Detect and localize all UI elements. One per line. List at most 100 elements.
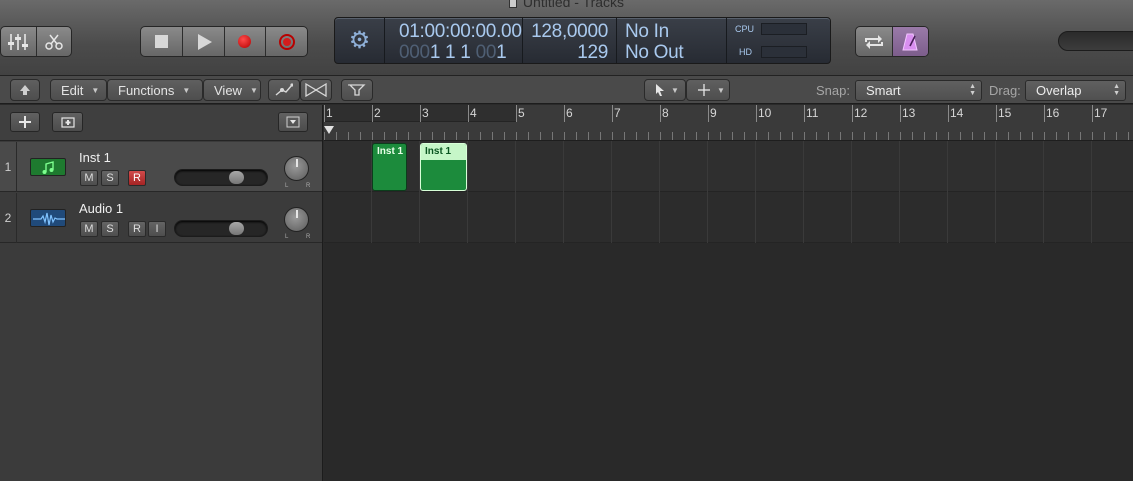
flex-icon — [305, 83, 327, 97]
midi-region[interactable]: Inst 1 — [372, 143, 407, 191]
lcd-tempo[interactable]: 128,0000 129 — [523, 18, 617, 63]
pan-left-label: L — [285, 183, 289, 189]
lcd-display[interactable]: ⚙ 01:00:00:00.00 0001 1 1 001 128,0000 1… — [334, 17, 831, 64]
track-number: 2 — [0, 193, 17, 243]
edit-menu[interactable]: Edit ▼ — [50, 79, 107, 101]
control-bar: Untitled - Tracks ⚙ 01:00:00:00.00 0001 … — [0, 0, 1133, 76]
capture-record-icon — [278, 33, 295, 50]
tracks-area[interactable]: 1 2 3 4 5 6 7 8 9 10 11 12 13 14 15 16 17 Inst 1 Inst 1 — [324, 105, 1133, 481]
flex-button[interactable] — [300, 79, 332, 101]
automation-button[interactable] — [268, 79, 300, 101]
bar-ruler[interactable]: 1 2 3 4 5 6 7 8 9 10 11 12 13 14 15 16 17 — [324, 105, 1133, 141]
functions-menu[interactable]: Functions ▼ — [107, 79, 203, 101]
editors-toggle-button[interactable] — [37, 27, 72, 56]
bar-number: 15 — [998, 106, 1012, 120]
move-up-button[interactable] — [10, 79, 40, 101]
bar-tick — [708, 105, 709, 122]
track-header-1[interactable]: 1 Inst 1 M S R L R — [0, 142, 322, 192]
volume-knob[interactable] — [229, 222, 244, 235]
logic-pro-window: Untitled - Tracks ⚙ 01:00:00:00.00 0001 … — [0, 0, 1133, 481]
track-name[interactable]: Audio 1 — [79, 201, 123, 216]
bar-number: 16 — [1046, 106, 1060, 120]
updown-icon: ▲ ▼ — [969, 83, 976, 97]
bar-tick — [612, 105, 613, 122]
window-title: Untitled - Tracks — [0, 0, 1133, 10]
bar-tick — [1044, 105, 1045, 122]
tracks-toolbar: Edit ▼ Functions ▼ View ▼ ▼ ▼ Snap: Smart ▲ ▼… — [0, 76, 1133, 104]
solo-button[interactable]: S — [101, 170, 119, 186]
left-click-tool-menu[interactable]: ▼ — [644, 79, 686, 101]
bar-tick — [852, 105, 853, 122]
pan-knob[interactable] — [284, 156, 309, 181]
chevron-down-box-icon — [286, 116, 300, 128]
bar-number: 2 — [374, 106, 381, 120]
stop-button[interactable] — [141, 27, 183, 56]
command-click-tool-menu[interactable]: ▼ — [686, 79, 730, 101]
record-enable-button[interactable]: R — [128, 221, 146, 237]
bar-number: 17 — [1094, 106, 1108, 120]
volume-knob[interactable] — [229, 171, 244, 184]
gear-icon: ⚙ — [348, 26, 371, 54]
view-menu[interactable]: View ▼ — [203, 79, 261, 101]
bar-number: 4 — [470, 106, 477, 120]
play-button[interactable] — [183, 27, 225, 56]
metronome-button[interactable] — [892, 27, 928, 56]
transport-controls — [140, 26, 308, 57]
bar-number: 3 — [422, 106, 429, 120]
mode-buttons — [855, 26, 929, 57]
record-icon — [238, 35, 252, 48]
chevron-down-icon: ▼ — [249, 85, 258, 95]
new-track-button[interactable] — [10, 112, 40, 132]
tempo-sub-value: 129 — [577, 42, 608, 63]
bar-number: 1 — [326, 106, 333, 120]
lcd-settings-button[interactable]: ⚙ — [335, 18, 385, 63]
track-header-2[interactable]: 2 Audio 1 M S R I L R — [0, 193, 322, 243]
region-header: Inst 1 — [373, 144, 406, 157]
plus-icon — [19, 116, 31, 128]
input-monitoring-button[interactable]: I — [148, 221, 166, 237]
mixer-icon — [8, 33, 29, 50]
midi-region[interactable]: Inst 1 — [420, 143, 467, 191]
play-icon — [197, 33, 212, 50]
lcd-midi-activity[interactable]: No In No Out — [617, 18, 727, 63]
mute-button[interactable]: M — [80, 221, 98, 237]
pan-right-label: R — [306, 234, 311, 240]
global-tracks-button[interactable] — [278, 112, 308, 132]
record-button[interactable] — [225, 27, 267, 56]
playhead-icon[interactable] — [324, 126, 334, 134]
instrument-icon[interactable] — [30, 158, 66, 176]
waveform-icon[interactable] — [30, 209, 66, 227]
bar-tick — [804, 105, 805, 122]
filter-icon — [348, 84, 366, 96]
pan-knob[interactable] — [284, 207, 309, 232]
volume-slider[interactable] — [174, 169, 268, 186]
bar-tick — [564, 105, 565, 122]
bar-tick — [948, 105, 949, 122]
mute-button[interactable]: M — [80, 170, 98, 186]
cpu-meter — [761, 23, 807, 35]
bar-number: 13 — [902, 106, 916, 120]
snap-select[interactable]: Smart ▲ ▼ — [855, 80, 982, 101]
record-enable-button[interactable]: R — [128, 170, 146, 186]
region-name: Inst 1 — [425, 146, 452, 157]
cycle-button[interactable] — [856, 27, 893, 56]
bar-number: 10 — [758, 106, 772, 120]
bar-number: 5 — [518, 106, 525, 120]
lcd-position[interactable]: 01:00:00:00.00 0001 1 1 001 — [385, 18, 523, 63]
pan-right-label: R — [306, 183, 311, 189]
lcd-load-meters: CPU HD — [727, 18, 830, 63]
mixer-toggle-button[interactable] — [1, 27, 37, 56]
new-folder-track-button[interactable] — [52, 112, 83, 132]
chevron-down-icon: ▼ — [717, 85, 725, 95]
chevron-down-icon: ▼ — [91, 85, 100, 95]
chevron-down-icon: ▼ — [182, 85, 191, 95]
master-volume-slider[interactable] — [1058, 31, 1133, 51]
bar-tick — [372, 105, 373, 122]
solo-button[interactable]: S — [101, 221, 119, 237]
volume-slider[interactable] — [174, 220, 268, 237]
drag-select[interactable]: Overlap ▲ ▼ — [1025, 80, 1126, 101]
catch-filter-button[interactable] — [341, 79, 373, 101]
capture-recording-button[interactable] — [266, 27, 307, 56]
bar-number: 14 — [950, 106, 964, 120]
track-name[interactable]: Inst 1 — [79, 150, 111, 165]
